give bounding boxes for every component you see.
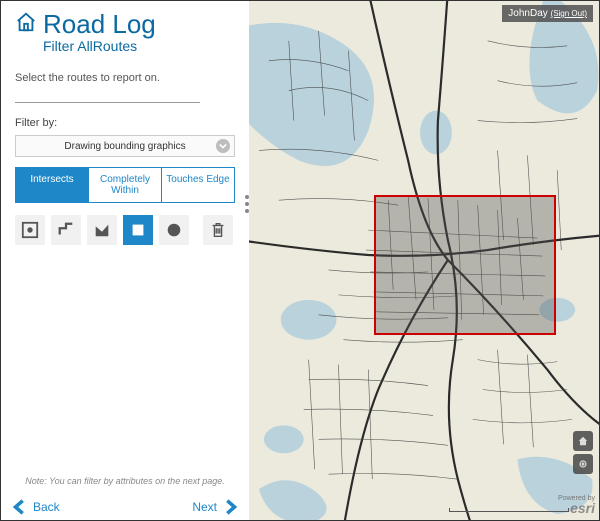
tab-completely-within[interactable]: Completely Within [89, 168, 162, 202]
map-locate-button[interactable] [573, 454, 593, 474]
home-icon[interactable] [15, 11, 37, 38]
bounding-rectangle[interactable] [374, 195, 556, 335]
map-canvas[interactable]: JohnDay (Sign Out) Powered by esri [249, 1, 599, 520]
scale-bar [449, 508, 569, 512]
page-subtitle: Filter AllRoutes [43, 38, 235, 54]
user-name: JohnDay [508, 8, 547, 19]
map-home-button[interactable] [573, 431, 593, 451]
next-button[interactable]: Next [192, 498, 239, 516]
next-label: Next [192, 500, 217, 514]
chevron-down-icon [216, 139, 230, 153]
user-badge: JohnDay (Sign Out) [502, 5, 593, 22]
back-button[interactable]: Back [11, 498, 60, 516]
page-title: Road Log [43, 9, 156, 40]
tab-intersects[interactable]: Intersects [16, 168, 89, 202]
delete-button[interactable] [203, 215, 233, 245]
filter-dropdown-value: Drawing bounding graphics [64, 141, 185, 152]
tab-touches-edge[interactable]: Touches Edge [162, 168, 234, 202]
esri-logo: esri [570, 500, 595, 516]
panel-resize-handle[interactable] [245, 195, 249, 213]
draw-polygon-button[interactable] [87, 215, 117, 245]
draw-circle-button[interactable] [159, 215, 189, 245]
note-text: Note: You can filter by attributes on th… [1, 476, 249, 486]
instruction-text: Select the routes to report on. [15, 72, 235, 84]
sign-out-link[interactable]: (Sign Out) [551, 9, 587, 18]
draw-toolbar [15, 215, 235, 245]
spatial-relation-tabs: Intersects Completely Within Touches Edg… [15, 167, 235, 203]
input-underline[interactable] [15, 102, 200, 103]
draw-polyline-button[interactable] [51, 215, 81, 245]
filter-by-label: Filter by: [15, 117, 235, 129]
back-label: Back [33, 500, 60, 514]
filter-dropdown[interactable]: Drawing bounding graphics [15, 135, 235, 157]
draw-rectangle-button[interactable] [123, 215, 153, 245]
draw-point-button[interactable] [15, 215, 45, 245]
sidebar-panel: Road Log Filter AllRoutes Select the rou… [1, 1, 249, 520]
